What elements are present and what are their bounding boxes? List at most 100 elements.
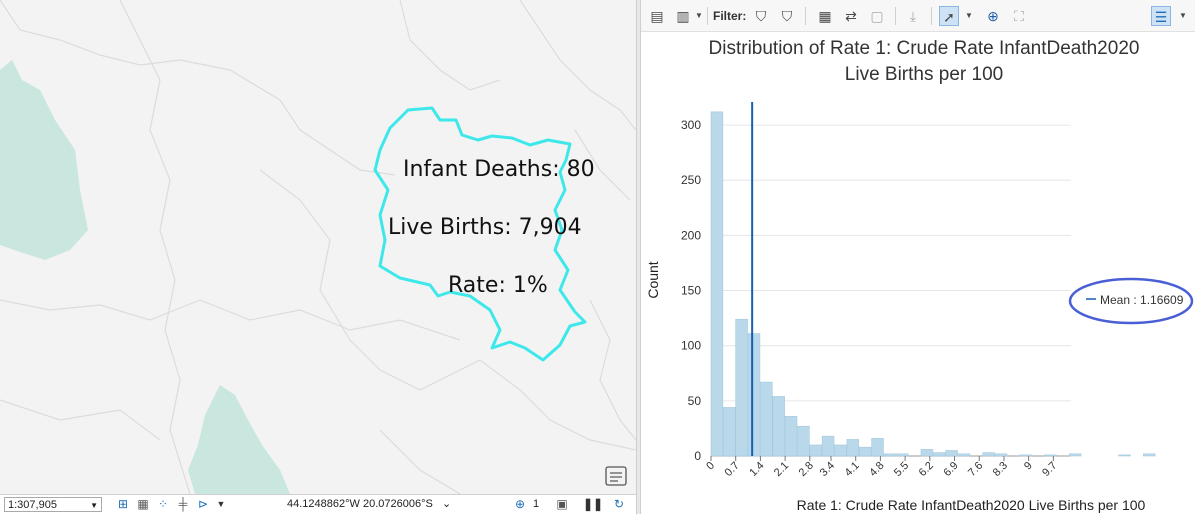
y-axis-label: Count xyxy=(645,261,661,298)
histogram-bar[interactable] xyxy=(883,453,897,457)
histogram-bar[interactable] xyxy=(834,444,847,457)
zoom-in-icon[interactable]: ⊕ xyxy=(983,6,1003,26)
x-tick-label: 6.9 xyxy=(941,460,960,479)
table-icon[interactable]: ▦ xyxy=(815,6,835,26)
x-tick-label: 0.7 xyxy=(723,460,742,479)
y-axis-ticks: 0 50 100 150 200 250 300 xyxy=(681,118,701,463)
mean-legend-label: Mean : 1.16609 xyxy=(1100,293,1184,307)
measure-icon[interactable]: ╪ xyxy=(176,497,190,511)
map-widget-icon[interactable] xyxy=(605,466,627,486)
x-tick-label: 6.2 xyxy=(917,460,936,479)
x-tick-label: 4.1 xyxy=(843,460,862,479)
x-axis-label: Rate 1: Crude Rate InfantDeath2020 Live … xyxy=(797,497,1146,513)
histogram-bar[interactable] xyxy=(710,111,724,457)
map-label-live-births: Live Births: 7,904 xyxy=(388,215,582,240)
chart-properties-icon[interactable]: ▤ xyxy=(647,6,667,26)
select-by-rectangle-icon[interactable]: ▣ xyxy=(555,497,569,511)
export-icon[interactable]: ⤓ xyxy=(903,6,923,26)
selection-icon[interactable]: ⊕ xyxy=(513,497,527,511)
filter-by-extent-icon[interactable]: ⛉ xyxy=(751,6,771,26)
refresh-icon[interactable]: ↻ xyxy=(612,497,626,511)
y-tick-label: 50 xyxy=(688,394,702,408)
x-tick-label: 5.5 xyxy=(892,460,911,479)
x-axis-ticks: 0 0.7 1.4 2.1 2.8 3.4 4.1 4.8 5.5 6.2 6.9 7.6 8.3 9 9.… xyxy=(704,456,1059,479)
map-view[interactable]: Infant Deaths: 80 Live Births: 7,904 Rat… xyxy=(0,0,636,514)
histogram-bar[interactable] xyxy=(821,435,835,457)
histogram-bar[interactable] xyxy=(895,453,909,457)
coordinate-readout: 44.1248862°W 20.0726006°S xyxy=(287,498,433,510)
histogram-bar[interactable] xyxy=(871,438,884,457)
chart-title-line-1: Distribution of Rate 1: Crude Rate Infan… xyxy=(709,38,1140,59)
mean-legend[interactable]: Mean : 1.16609 xyxy=(1068,277,1194,325)
histogram-bar[interactable] xyxy=(1143,453,1156,457)
y-tick-label: 150 xyxy=(681,284,701,298)
clear-selection-icon[interactable]: ▢ xyxy=(867,6,887,26)
y-tick-label: 0 xyxy=(694,449,701,463)
navigation-icon[interactable]: ⊳ xyxy=(196,497,210,511)
x-tick-label: 7.6 xyxy=(966,460,985,479)
x-tick-label: 9 xyxy=(1022,460,1035,473)
histogram-bar[interactable] xyxy=(994,453,1008,457)
map-label-rate: Rate: 1% xyxy=(448,273,548,298)
map-label-infant-deaths: Infant Deaths: 80 xyxy=(403,157,595,182)
histogram-bar[interactable] xyxy=(846,439,860,457)
x-tick-label: 2.8 xyxy=(797,460,816,479)
x-tick-label: 4.8 xyxy=(867,460,886,479)
histogram-bar[interactable] xyxy=(760,381,773,457)
histogram-bar[interactable] xyxy=(982,452,995,457)
switch-selection-icon[interactable]: ⇄ xyxy=(841,6,861,26)
map-status-bar: 1:307,905 ▼ ⊞ ▦ ⁘ ╪ ⊳ ▼ 44.1248862°W 20.… xyxy=(0,494,636,514)
x-tick-label: 8.3 xyxy=(991,460,1010,479)
histogram-bar[interactable] xyxy=(809,444,822,457)
x-tick-label: 2.1 xyxy=(772,460,791,479)
select-tool-icon[interactable]: ➚ xyxy=(939,6,959,26)
y-tick-label: 250 xyxy=(681,173,701,187)
chevron-down-icon[interactable]: ▼ xyxy=(1173,6,1193,26)
histogram-bar[interactable] xyxy=(1068,453,1082,457)
chart-title-line-2: Live Births per 100 xyxy=(845,64,1003,85)
chevron-down-icon[interactable]: ▼ xyxy=(959,6,979,26)
grid-icon[interactable]: ▦ xyxy=(136,497,150,511)
pause-drawing-icon[interactable]: ❚❚ xyxy=(583,497,603,511)
histogram-bar[interactable] xyxy=(1044,454,1057,457)
histogram-bar[interactable] xyxy=(784,415,798,457)
zoom-extent-icon[interactable]: ⊞ xyxy=(116,497,130,511)
chevron-down-icon: ▼ xyxy=(90,501,98,510)
histogram-bar[interactable] xyxy=(1019,454,1032,457)
histogram-bar[interactable] xyxy=(723,407,736,457)
histogram-bar[interactable] xyxy=(920,449,934,457)
selected-feature-count: 1 xyxy=(533,498,540,510)
histogram-bar[interactable] xyxy=(957,453,971,457)
histogram-bar[interactable] xyxy=(735,318,748,457)
scale-selector[interactable]: 1:307,905 ▼ xyxy=(4,497,102,512)
histogram-bar[interactable] xyxy=(772,396,785,457)
histogram-bar[interactable] xyxy=(1118,454,1131,457)
boundary-lines xyxy=(0,0,636,494)
list-view-icon[interactable]: ☰ xyxy=(1151,6,1171,26)
x-tick-label: 9.7 xyxy=(1040,460,1059,479)
histogram-bar[interactable] xyxy=(933,452,946,457)
chevron-down-icon[interactable]: ▼ xyxy=(689,6,709,26)
histogram-bar[interactable] xyxy=(747,333,761,457)
chevron-down-icon[interactable]: ▼ xyxy=(214,497,228,511)
histogram-bar[interactable] xyxy=(858,446,872,457)
x-tick-label: 1.4 xyxy=(747,460,766,479)
histogram-bar[interactable] xyxy=(797,425,810,457)
water-area-bottom xyxy=(188,385,290,494)
y-tick-label: 100 xyxy=(681,339,701,353)
x-tick-label: 3.4 xyxy=(818,460,837,479)
snapping-icon[interactable]: ⁘ xyxy=(156,497,170,511)
scale-value: 1:307,905 xyxy=(8,499,57,511)
histogram-bar[interactable] xyxy=(945,450,958,457)
y-tick-label: 300 xyxy=(681,118,701,132)
filter-label: Filter: xyxy=(713,9,747,23)
chevron-down-icon[interactable]: ⌄ xyxy=(442,497,451,510)
water-area-left xyxy=(0,60,88,260)
full-extent-icon[interactable]: ⛶ xyxy=(1009,6,1029,26)
map-canvas[interactable] xyxy=(0,0,636,494)
chart-view: ▤ ▥ ▼ Filter: ⛉ ⛉ ▦ ⇄ ▢ ⤓ ➚ ▼ ⊕ ⛶ ☰ ▼ Di… xyxy=(641,0,1195,514)
histogram-chart[interactable]: Distribution of Rate 1: Crude Rate Infan… xyxy=(641,32,1195,514)
x-tick-label: 0 xyxy=(704,460,717,473)
y-tick-label: 200 xyxy=(681,228,701,242)
filter-by-selection-icon[interactable]: ⛉ xyxy=(777,6,797,26)
